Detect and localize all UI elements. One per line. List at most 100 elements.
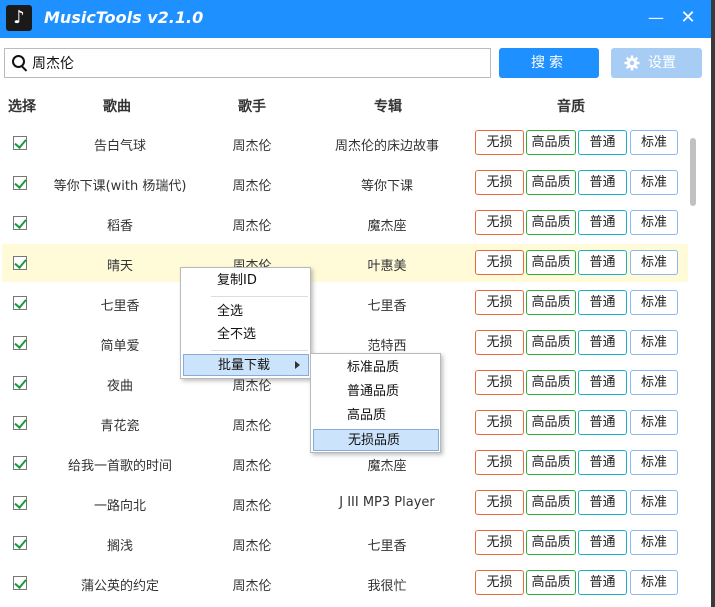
artist-name: 周杰伦	[232, 579, 272, 594]
column-artist: 歌手	[238, 99, 266, 115]
quality-standard-button[interactable]: 标准	[630, 490, 678, 515]
quality-lossless-button[interactable]: 无损	[475, 210, 524, 235]
quality-lossless-button[interactable]: 无损	[475, 250, 524, 275]
batch-download-submenu: 标准品质 普通品质 高品质 无损品质	[310, 353, 441, 453]
song-name: 稻香	[106, 219, 133, 234]
quality-high-button[interactable]: 高品质	[526, 530, 576, 555]
search-button[interactable]: 搜索	[499, 48, 599, 78]
quality-lossless-button[interactable]: 无损	[475, 170, 524, 195]
search-input[interactable]	[32, 53, 472, 73]
quality-normal-button[interactable]: 普通	[578, 530, 627, 555]
quality-lossless-button[interactable]: 无损	[475, 290, 524, 315]
quality-high-button[interactable]: 高品质	[526, 330, 576, 355]
quality-normal-button[interactable]: 普通	[578, 210, 627, 235]
quality-standard-button[interactable]: 标准	[630, 370, 678, 395]
quality-normal-button[interactable]: 普通	[578, 290, 627, 315]
quality-standard-button[interactable]: 标准	[630, 330, 678, 355]
menu-batch-download[interactable]: 批量下载	[183, 354, 309, 376]
quality-standard-button[interactable]: 标准	[630, 410, 678, 435]
album-name: 我很忙	[367, 579, 407, 594]
quality-high-button[interactable]: 高品质	[526, 570, 576, 595]
table-row[interactable]: 一路向北 周杰伦 J III MP3 Player 无损 高品质 普通 标准	[2, 484, 688, 522]
column-album: 专辑	[374, 99, 402, 115]
quality-normal-button[interactable]: 普通	[578, 330, 627, 355]
quality-normal-button[interactable]: 普通	[578, 370, 627, 395]
song-name: 一路向北	[93, 499, 146, 514]
title-bar: ♪ MusicTools v2.1.0 — ✕	[0, 0, 711, 38]
table-row[interactable]: 搁浅 周杰伦 七里香 无损 高品质 普通 标准	[2, 524, 688, 562]
quality-high-button[interactable]: 高品质	[526, 210, 576, 235]
app-title: MusicTools v2.1.0	[44, 8, 204, 27]
scrollbar-thumb[interactable]	[690, 138, 696, 206]
quality-standard-button[interactable]: 标准	[630, 130, 678, 155]
quality-high-button[interactable]: 高品质	[526, 490, 576, 515]
menu-copy-id[interactable]: 复制ID	[183, 270, 309, 292]
submenu-item[interactable]: 普通品质	[313, 381, 439, 403]
quality-high-button[interactable]: 高品质	[526, 410, 576, 435]
quality-normal-button[interactable]: 普通	[578, 570, 627, 595]
quality-normal-button[interactable]: 普通	[578, 170, 627, 195]
table-header: 选择 歌曲 歌手 专辑 音质	[0, 86, 711, 122]
song-name: 蒲公英的约定	[80, 579, 159, 594]
table-row[interactable]: 等你下课(with 杨瑞代) 周杰伦 等你下课 无损 高品质 普通 标准	[2, 164, 688, 202]
quality-standard-button[interactable]: 标准	[630, 170, 678, 195]
album-name: 魔杰座	[367, 459, 407, 474]
quality-lossless-button[interactable]: 无损	[475, 490, 524, 515]
song-name: 搁浅	[106, 539, 133, 554]
quality-high-button[interactable]: 高品质	[526, 450, 576, 475]
artist-name: 周杰伦	[232, 139, 272, 154]
close-button[interactable]: ✕	[675, 6, 701, 30]
song-name: 青花瓷	[100, 419, 140, 434]
search-box[interactable]	[4, 48, 491, 78]
background-strip	[711, 0, 715, 607]
vertical-scrollbar[interactable]	[690, 124, 698, 607]
gear-icon	[624, 55, 640, 71]
quality-standard-button[interactable]: 标准	[630, 530, 678, 555]
quality-standard-button[interactable]: 标准	[630, 250, 678, 275]
table-row[interactable]: 稻香 周杰伦 魔杰座 无损 高品质 普通 标准	[2, 204, 688, 242]
quality-standard-button[interactable]: 标准	[630, 570, 678, 595]
quality-lossless-button[interactable]: 无损	[475, 570, 524, 595]
quality-high-button[interactable]: 高品质	[526, 130, 576, 155]
submenu-item[interactable]: 标准品质	[313, 357, 439, 379]
menu-select-none[interactable]: 全不选	[183, 324, 309, 346]
table-row[interactable]: 七里香 周杰伦 七里香 无损 高品质 普通 标准	[2, 284, 688, 322]
artist-name: 周杰伦	[232, 219, 272, 234]
settings-button-label: 设置	[648, 55, 676, 71]
quality-normal-button[interactable]: 普通	[578, 130, 627, 155]
album-name: 魔杰座	[367, 219, 407, 234]
quality-standard-button[interactable]: 标准	[630, 450, 678, 475]
quality-lossless-button[interactable]: 无损	[475, 410, 524, 435]
quality-high-button[interactable]: 高品质	[526, 290, 576, 315]
quality-standard-button[interactable]: 标准	[630, 290, 678, 315]
minimize-button[interactable]: —	[643, 6, 669, 30]
quality-lossless-button[interactable]: 无损	[475, 370, 524, 395]
quality-lossless-button[interactable]: 无损	[475, 530, 524, 555]
menu-select-all[interactable]: 全选	[183, 301, 309, 323]
quality-high-button[interactable]: 高品质	[526, 370, 576, 395]
quality-normal-button[interactable]: 普通	[578, 250, 627, 275]
submenu-item[interactable]: 无损品质	[313, 429, 439, 451]
artist-name: 周杰伦	[232, 459, 272, 474]
table-row[interactable]: 晴天 周杰伦 叶惠美 无损 高品质 普通 标准	[2, 244, 688, 282]
quality-lossless-button[interactable]: 无损	[475, 450, 524, 475]
artist-name: 周杰伦	[232, 179, 272, 194]
table-row[interactable]: 蒲公英的约定 周杰伦 我很忙 无损 高品质 普通 标准	[2, 564, 688, 602]
quality-normal-button[interactable]: 普通	[578, 490, 627, 515]
quality-lossless-button[interactable]: 无损	[475, 130, 524, 155]
music-note-icon: ♪	[6, 5, 32, 31]
song-name: 给我一首歌的时间	[67, 459, 172, 474]
quality-normal-button[interactable]: 普通	[578, 410, 627, 435]
submenu-item[interactable]: 高品质	[313, 405, 439, 427]
table-row[interactable]: 告白气球 周杰伦 周杰伦的床边故事 无损 高品质 普通 标准	[2, 124, 688, 162]
settings-button[interactable]: 设置	[611, 48, 702, 78]
quality-normal-button[interactable]: 普通	[578, 450, 627, 475]
column-quality: 音质	[557, 99, 585, 115]
quality-standard-button[interactable]: 标准	[630, 210, 678, 235]
quality-high-button[interactable]: 高品质	[526, 170, 576, 195]
album-name: 范特西	[367, 339, 407, 354]
album-name: 叶惠美	[367, 259, 407, 274]
quality-lossless-button[interactable]: 无损	[475, 330, 524, 355]
album-name: 等你下课	[360, 179, 413, 194]
quality-high-button[interactable]: 高品质	[526, 250, 576, 275]
